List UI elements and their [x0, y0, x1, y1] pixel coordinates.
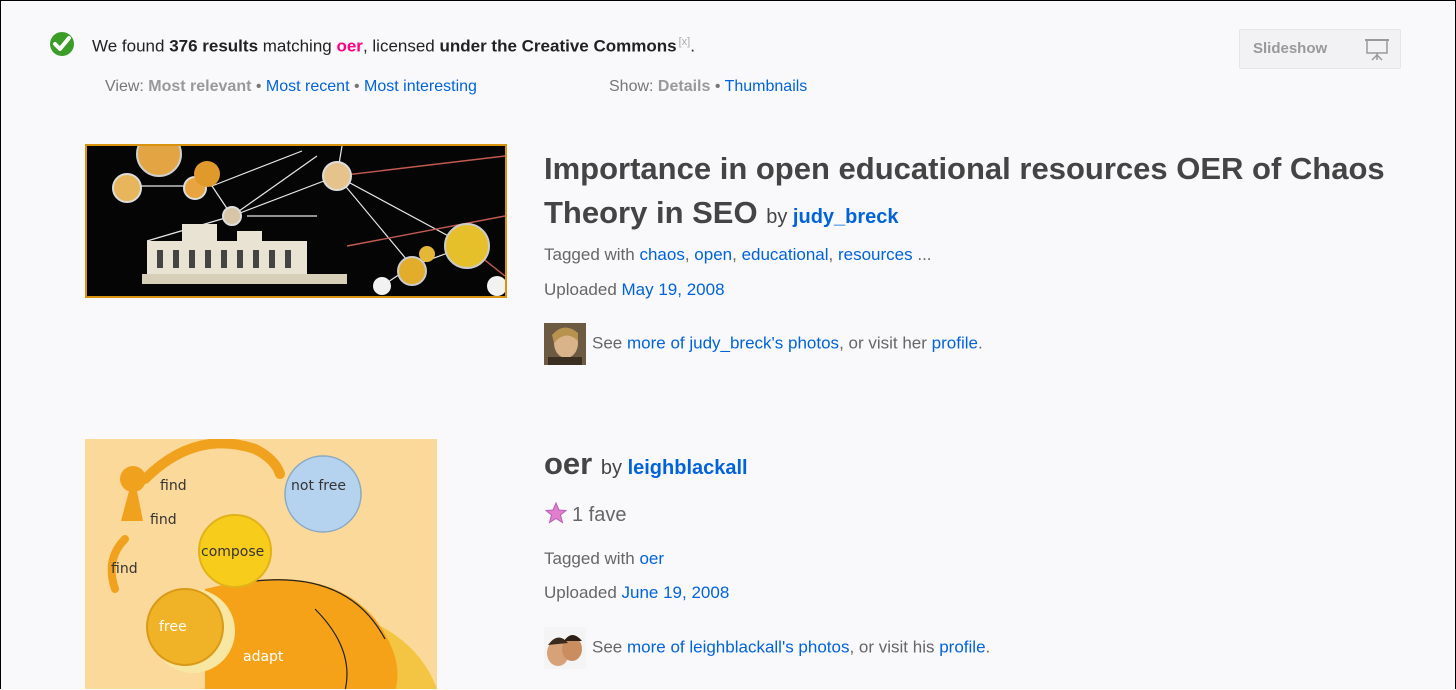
result-thumbnail[interactable]	[85, 144, 507, 298]
result-title: oer by leighblackall	[544, 446, 748, 482]
visit-label: , or visit his	[849, 637, 940, 657]
avatar[interactable]	[544, 627, 586, 669]
search-results-page: We found 376 results matching oer, licen…	[0, 0, 1456, 689]
tag-link[interactable]: oer	[639, 549, 664, 568]
image-word: not free	[291, 478, 346, 494]
fave-count-text: 1 fave	[572, 504, 627, 526]
view-most-recent[interactable]: Most recent	[266, 78, 350, 95]
summary-text: matching	[258, 36, 337, 56]
profile-link[interactable]: profile	[932, 333, 978, 352]
result-upload-date: Uploaded May 19, 2008	[544, 280, 725, 300]
more-photos-link[interactable]: more of judy_breck's photos	[627, 333, 839, 352]
by-label: by	[766, 206, 788, 228]
view-most-relevant: Most relevant	[148, 78, 252, 95]
image-word: find	[150, 512, 177, 528]
profile-link[interactable]: profile	[939, 637, 985, 656]
upload-date-link[interactable]: May 19, 2008	[622, 280, 725, 299]
slideshow-label: Slideshow	[1253, 40, 1328, 57]
tag-link[interactable]: educational	[742, 245, 829, 264]
image-word: find	[160, 478, 187, 494]
result-tags: Tagged with chaos, open, educational, re…	[544, 245, 932, 264]
visit-label: , or visit her	[839, 333, 932, 353]
result-title: Importance in open educational resources…	[544, 147, 1424, 239]
summary-text: We found	[92, 36, 170, 56]
chaos-network-image	[87, 146, 505, 296]
uploaded-label: Uploaded	[544, 583, 622, 602]
result-thumbnail[interactable]: find find find not free compose free ada…	[85, 439, 437, 689]
period: .	[977, 333, 983, 353]
separator: •	[349, 78, 365, 95]
show-details: Details	[657, 78, 711, 95]
more-photos-link[interactable]: more of leighblackall's photos	[627, 637, 849, 656]
tag-link[interactable]: chaos	[639, 245, 684, 264]
fave-count: 1 fave	[544, 501, 626, 527]
star-icon	[544, 501, 568, 524]
user-avatar-image	[544, 627, 586, 669]
search-query: oer	[336, 36, 363, 56]
image-word: adapt	[243, 649, 284, 665]
upload-date-link[interactable]: June 19, 2008	[622, 583, 730, 602]
view-most-interesting[interactable]: Most interesting	[364, 78, 477, 95]
show-label: Show:	[609, 78, 658, 95]
image-word: free	[159, 619, 187, 635]
result-upload-date: Uploaded June 19, 2008	[544, 583, 729, 603]
separator: •	[251, 78, 266, 95]
result-title-link[interactable]: Importance in open educational resources…	[544, 151, 1385, 230]
view-sort-options: View: Most relevant • Most recent • Most…	[105, 78, 477, 96]
show-mode-options: Show: Details • Thumbnails	[609, 78, 807, 96]
author-link[interactable]: judy_breck	[793, 206, 899, 228]
clear-license-filter[interactable]: [x]	[679, 36, 691, 48]
slideshow-icon	[1365, 39, 1389, 61]
see-more-row: See more of judy_breck's photos, or visi…	[544, 323, 983, 365]
author-byline: by leighblackall	[601, 457, 748, 479]
results-summary: We found 376 results matching oer, licen…	[92, 36, 695, 57]
see-label: See	[592, 333, 627, 353]
license-text: under the Creative Commons	[439, 36, 677, 56]
tag-link[interactable]: open	[694, 245, 732, 264]
author-link[interactable]: leighblackall	[628, 457, 748, 479]
see-more-row: See more of leighblackall's photos, or v…	[544, 627, 990, 669]
tagged-label: Tagged with	[544, 549, 640, 568]
summary-text: .	[690, 36, 695, 56]
tag-link[interactable]: resources	[838, 245, 913, 264]
uploaded-label: Uploaded	[544, 280, 622, 299]
author-byline: by judy_breck	[766, 206, 898, 228]
user-avatar-image	[544, 323, 586, 365]
tags-ellipsis: ...	[912, 245, 932, 264]
period: .	[985, 637, 991, 657]
avatar[interactable]	[544, 323, 586, 365]
separator: •	[710, 78, 725, 95]
see-label: See	[592, 637, 627, 657]
summary-text: , licensed	[362, 36, 440, 56]
image-word: compose	[201, 544, 264, 560]
slideshow-button[interactable]: Slideshow	[1239, 29, 1401, 69]
image-word: find	[111, 561, 138, 577]
view-label: View:	[105, 78, 149, 95]
result-count: 376 results	[169, 36, 259, 56]
by-label: by	[600, 457, 622, 479]
check-icon	[50, 32, 74, 56]
oer-diagram-image: find find find not free compose free ada…	[85, 439, 437, 689]
tagged-label: Tagged with	[544, 245, 640, 264]
result-title-link[interactable]: oer	[544, 446, 592, 481]
result-tags: Tagged with oer	[544, 549, 664, 569]
show-thumbnails[interactable]: Thumbnails	[725, 78, 808, 95]
